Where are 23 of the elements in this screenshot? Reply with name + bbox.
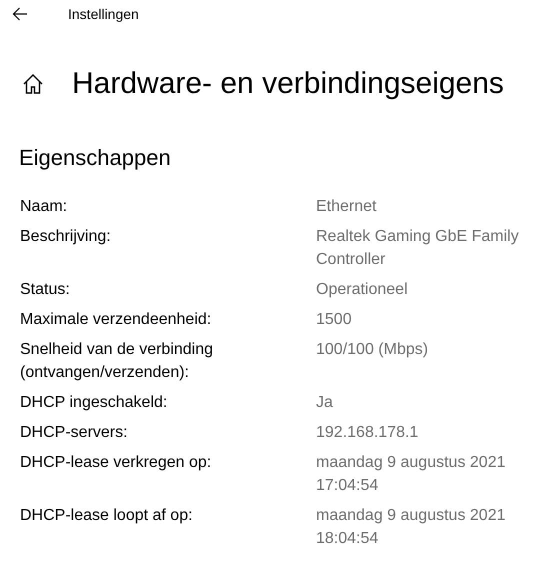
back-arrow-icon — [12, 7, 28, 21]
property-label: Maximale verzendeenheid: — [20, 310, 212, 330]
property-label: Snelheid van de verbinding (ontvangen/verzenden): — [20, 340, 214, 383]
property-label: Beschrijving: — [20, 227, 112, 247]
property-value: Ethernet — [316, 197, 378, 217]
property-value: 1500 — [316, 310, 353, 330]
app-title: Instellingen — [68, 4, 139, 24]
property-value: Realtek Gaming GbE Family Controller — [316, 227, 520, 270]
property-value: maandag 9 augustus 2021 18:04:54 — [316, 506, 506, 549]
property-label: DHCP-servers: — [20, 423, 129, 443]
section-title: Eigenschappen — [19, 144, 172, 172]
property-label: DHCP ingeschakeld: — [20, 393, 168, 413]
property-label: Naam: — [20, 197, 68, 217]
property-value: maandag 9 augustus 2021 17:04:54 — [316, 453, 506, 496]
property-value: 192.168.178.1 — [316, 423, 420, 443]
property-value: Operationeel — [316, 280, 409, 300]
property-value: 100/100 (Mbps) — [316, 340, 430, 360]
property-label: DHCP-lease loopt af op: — [20, 506, 194, 526]
page-title: Hardware- en verbindingseigens — [72, 66, 504, 102]
property-value: Ja — [316, 393, 334, 413]
property-label: Status: — [20, 280, 71, 300]
home-icon[interactable] — [22, 73, 44, 95]
property-label: DHCP-lease verkregen op: — [20, 453, 212, 473]
